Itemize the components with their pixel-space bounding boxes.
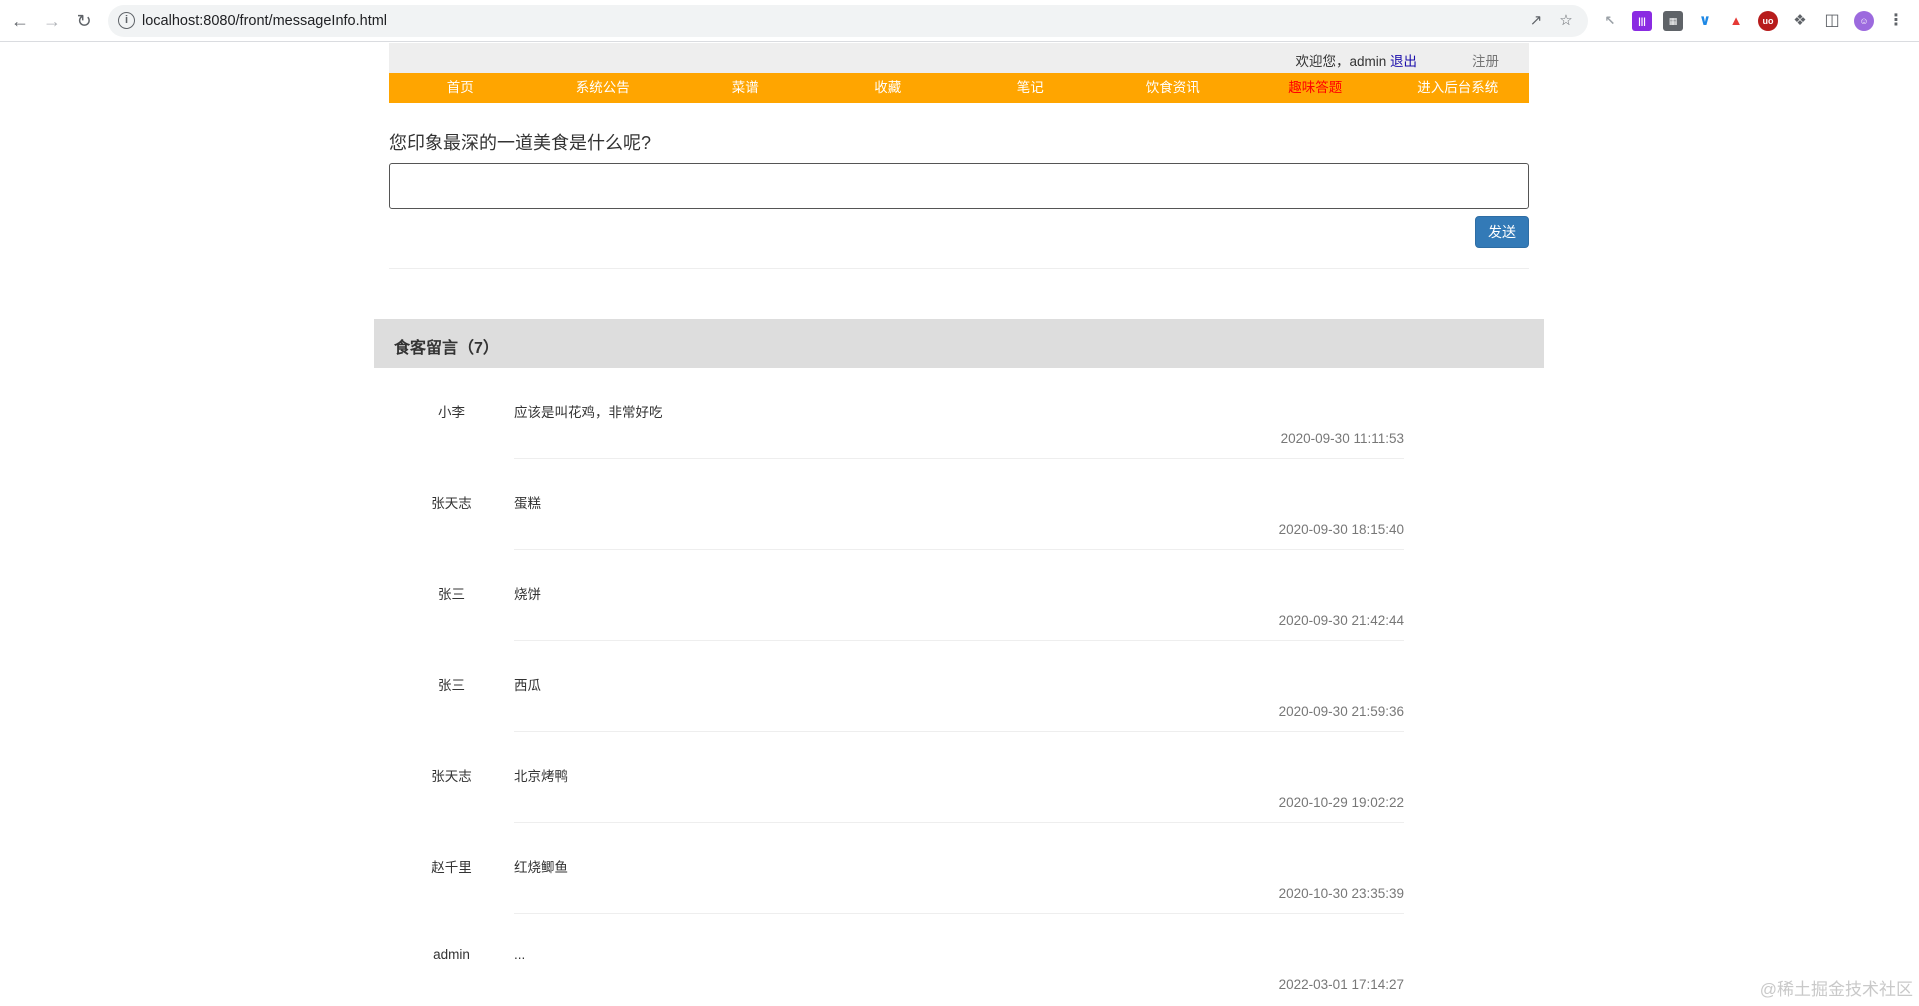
comments-panel-header: 食客留言（7） [374,319,1544,368]
send-button[interactable]: 发送 [1475,216,1529,248]
comment-list: 小李 应该是叫花鸡，非常好吃 2020-09-30 11:11:53 张天志 蛋… [374,368,1544,1005]
nav-diet-news[interactable]: 饮食资讯 [1102,73,1245,103]
main-nav: 首页 系统公告 菜谱 收藏 笔记 饮食资讯 趣味答题 进入后台系统 [389,73,1529,103]
back-icon[interactable]: ← [8,9,32,33]
register-link[interactable]: 注册 [1472,50,1499,70]
comment-text: 北京烤鸭 [514,769,568,784]
nav-announcements[interactable]: 系统公告 [532,73,675,103]
comment-user: 张三 [438,587,465,602]
comment-text: 红烧鲫鱼 [514,860,568,875]
comment-text: 蛋糕 [514,496,541,511]
comment-time: 2020-09-30 21:42:44 [1278,613,1404,628]
comment-item: admin ... 2022-03-01 17:14:27 [374,914,1544,1005]
comment-user: admin [433,947,470,962]
extension-chevron-icon[interactable]: ∨ [1695,11,1715,31]
address-bar[interactable]: i localhost:8080/front/messageInfo.html … [108,5,1588,37]
puzzle-extensions-icon[interactable]: ❖ [1790,11,1810,31]
bookmark-star-icon[interactable]: ☆ [1556,11,1576,31]
form-divider [389,268,1529,269]
comment-text: 烧饼 [514,587,541,602]
comments-panel-title: 食客留言（7） [394,340,499,357]
nav-home[interactable]: 首页 [389,73,532,103]
comment-text: 应该是叫花鸡，非常好吃 [514,405,663,420]
comment-item: 赵千里 红烧鲫鱼 2020-10-30 23:35:39 [374,823,1544,914]
nav-admin-system[interactable]: 进入后台系统 [1387,73,1530,103]
browser-toolbar: ← → ↻ i localhost:8080/front/messageInfo… [0,0,1919,42]
message-input[interactable] [389,163,1529,209]
welcome-text: 欢迎您，admin 退出 [1295,50,1417,70]
comment-item: 张天志 蛋糕 2020-09-30 18:15:40 [374,459,1544,550]
nav-recipes[interactable]: 菜谱 [674,73,817,103]
comment-item: 小李 应该是叫花鸡，非常好吃 2020-09-30 11:11:53 [374,368,1544,459]
comment-text: ... [514,947,526,962]
cursor-extension-icon[interactable]: ↖ [1600,11,1620,31]
address-url[interactable]: localhost:8080/front/messageInfo.html [142,13,387,29]
question-heading: 您印象最深的一道美食是什么呢? [389,133,652,153]
comment-user: 小李 [438,405,465,420]
ublock-icon[interactable]: uo [1758,11,1778,31]
extension-red-icon[interactable]: ▲ [1726,11,1746,31]
more-menu-icon[interactable]: ⋮ [1886,11,1906,31]
comment-item: 张天志 北京烤鸭 2020-10-29 19:02:22 [374,732,1544,823]
comment-item: 张三 烧饼 2020-09-30 21:42:44 [374,550,1544,641]
comment-user: 张天志 [431,496,472,511]
watermark: @稀土掘金技术社区 [1759,980,1913,999]
comment-time: 2020-10-30 23:35:39 [1278,886,1404,901]
user-topbar: 欢迎您，admin 退出 注册 [389,43,1529,73]
comment-item: 张三 西瓜 2020-09-30 21:59:36 [374,641,1544,732]
logout-link[interactable]: 退出 [1390,54,1417,69]
comment-time: 2022-03-01 17:14:27 [1278,977,1404,992]
extension-purple-icon[interactable]: ||| [1632,11,1652,31]
comment-user: 张天志 [431,769,472,784]
reload-icon[interactable]: ↻ [72,9,96,33]
forward-icon[interactable]: → [40,9,64,33]
comment-text: 西瓜 [514,678,541,693]
comment-time: 2020-09-30 18:15:40 [1278,522,1404,537]
extension-grid-icon[interactable]: ▦ [1663,11,1683,31]
nav-notes[interactable]: 笔记 [959,73,1102,103]
welcome-prefix: 欢迎您，admin [1295,54,1390,69]
side-panel-icon[interactable]: ◫ [1822,11,1842,31]
comment-time: 2020-10-29 19:02:22 [1278,795,1404,810]
nav-quiz[interactable]: 趣味答题 [1244,73,1387,103]
comment-user: 张三 [438,678,465,693]
comment-time: 2020-09-30 11:11:53 [1280,431,1404,446]
comment-time: 2020-09-30 21:59:36 [1278,704,1404,719]
nav-favorites[interactable]: 收藏 [817,73,960,103]
share-icon[interactable]: ↗ [1526,11,1546,31]
comment-user: 赵千里 [431,860,472,875]
info-icon[interactable]: i [118,12,135,29]
profile-avatar-icon[interactable]: ☺ [1854,11,1874,31]
